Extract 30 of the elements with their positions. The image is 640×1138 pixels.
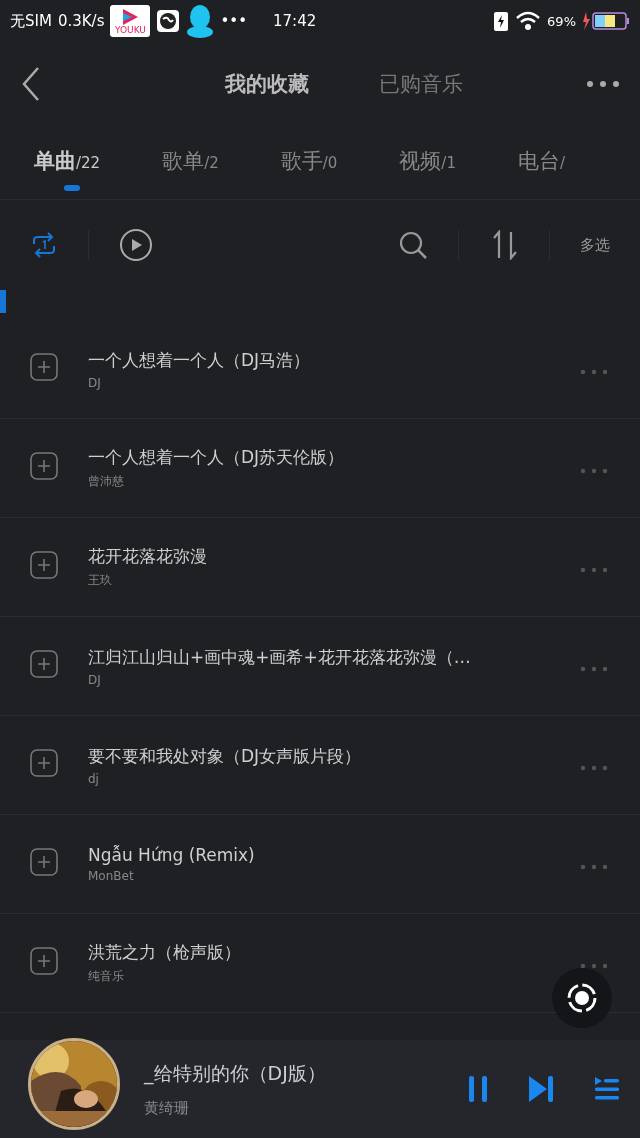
song-artist: 王玖 xyxy=(88,572,113,589)
song-artist: DJ xyxy=(88,672,102,687)
song-title: 一个人想着一个人（DJ苏天伦版） xyxy=(88,446,346,469)
category-tab[interactable]: 单曲/22 xyxy=(34,147,101,175)
song-title: 洪荒之力（枪声版） xyxy=(88,941,242,964)
song-artist: MonBet xyxy=(88,869,135,883)
song-artist: 纯音乐 xyxy=(88,968,125,985)
category-tab[interactable]: 电台/ xyxy=(517,147,566,175)
song-title: 一个人想着一个人（DJ马浩） xyxy=(88,348,312,372)
multi-select-button[interactable]: 多选 xyxy=(580,235,610,255)
clock: 17:42 xyxy=(273,12,317,30)
battery-percent: 69% xyxy=(547,13,576,29)
now-playing-title: _给特别的你（DJ版） xyxy=(144,1060,327,1087)
category-tab[interactable]: 歌手/0 xyxy=(280,147,338,175)
header-tab[interactable]: 我的收藏 xyxy=(225,69,309,98)
video-app-icon: YOUKU xyxy=(110,5,151,37)
more-notifications: ••• xyxy=(220,12,247,30)
now-playing-artist: 黄绮珊 xyxy=(144,1098,190,1118)
song-title: 花开花落花弥漫 xyxy=(88,545,208,568)
song-title: 江归江山归山+画中魂+画希+花开花落花弥漫（… xyxy=(88,645,472,669)
song-artist: DJ xyxy=(88,375,102,390)
header-tab[interactable]: 已购音乐 xyxy=(379,69,463,98)
song-artist: dj xyxy=(88,771,100,786)
song-title: Ngẫu Hứng (Remix) xyxy=(88,845,256,865)
song-artist: 曾沛慈 xyxy=(88,473,125,490)
network-speed: 0.3K/s xyxy=(57,12,105,30)
category-tab[interactable]: 歌单/2 xyxy=(162,147,219,175)
category-tab[interactable]: 视频/1 xyxy=(399,147,456,175)
carrier-text: 无SIM xyxy=(10,11,52,31)
song-title: 要不要和我处对象（DJ女声版片段） xyxy=(88,744,363,768)
